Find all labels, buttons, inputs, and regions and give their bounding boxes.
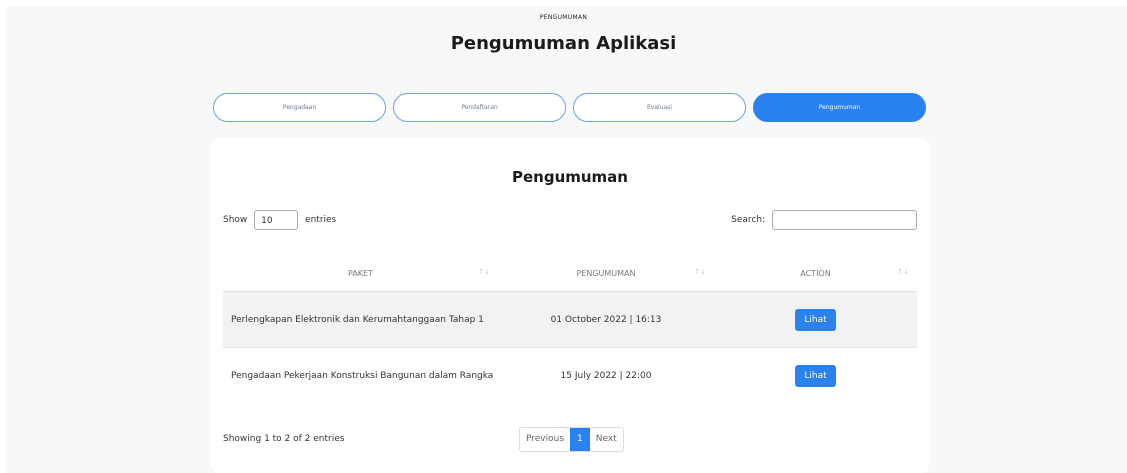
pengumuman-date-cell: 01 October 2022 | 16:13 xyxy=(498,291,714,348)
entries-select[interactable]: 10 xyxy=(254,209,299,230)
table-header-row: PAKET ↑↓ PENGUMUMAN ↑↓ ACTION ↑↓ xyxy=(223,256,917,292)
tab-bar: Pengadaan Pendaftaran Evaluasi Pengumuma… xyxy=(213,93,927,122)
entries-label: entries xyxy=(305,215,337,225)
action-cell: Lihat xyxy=(714,291,917,348)
lihat-button[interactable]: Lihat xyxy=(795,364,836,387)
entries-length-control: Show 10 entries xyxy=(223,209,336,231)
column-header-action[interactable]: ACTION ↑↓ xyxy=(714,256,917,292)
sort-arrows-icon: ↑↓ xyxy=(694,268,706,276)
column-header-paket[interactable]: PAKET ↑↓ xyxy=(223,256,498,292)
lihat-button[interactable]: Lihat xyxy=(795,308,836,331)
sort-arrows-icon: ↑↓ xyxy=(478,268,490,276)
announcement-table: PAKET ↑↓ PENGUMUMAN ↑↓ ACTION ↑↓ Perleng… xyxy=(223,256,917,403)
action-cell: Lihat xyxy=(714,347,917,403)
announcement-card: Pengumuman Show 10 entries Search: PAKET… xyxy=(211,138,929,473)
search-control: Search: xyxy=(731,209,917,231)
paket-cell: Pengadaan Pekerjaan Konstruksi Bangunan … xyxy=(223,347,498,403)
column-header-pengumuman[interactable]: PENGUMUMAN ↑↓ xyxy=(498,256,714,292)
search-label: Search: xyxy=(731,215,766,225)
table-info: Showing 1 to 2 of 2 entries xyxy=(223,434,345,444)
tab-pengumuman[interactable]: Pengumuman xyxy=(753,93,926,122)
show-label: Show xyxy=(223,215,248,225)
pengumuman-date-cell: 15 July 2022 | 22:00 xyxy=(498,347,714,403)
page-1-button[interactable]: 1 xyxy=(570,428,590,451)
search-input[interactable] xyxy=(772,209,917,230)
page-title: Pengumuman Aplikasi xyxy=(450,33,677,54)
column-header-action-label: ACTION xyxy=(800,269,831,278)
table-row: Pengadaan Pekerjaan Konstruksi Bangunan … xyxy=(223,347,917,403)
previous-page-button[interactable]: Previous xyxy=(520,428,570,451)
paket-cell: Perlengkapan Elektronik dan Kerumahtangg… xyxy=(223,291,498,348)
column-header-paket-label: PAKET xyxy=(348,269,373,278)
next-page-button[interactable]: Next xyxy=(590,428,623,451)
tab-pengadaan[interactable]: Pengadaan xyxy=(213,93,386,122)
table-row: Perlengkapan Elektronik dan Kerumahtangg… xyxy=(223,291,917,348)
tab-pendaftaran[interactable]: Pendaftaran xyxy=(393,93,566,122)
sort-arrows-icon: ↑↓ xyxy=(897,268,909,276)
card-title: Pengumuman xyxy=(511,168,628,186)
page-kicker: PENGUMUMAN xyxy=(539,14,588,21)
tab-evaluasi[interactable]: Evaluasi xyxy=(573,93,746,122)
column-header-pengumuman-label: PENGUMUMAN xyxy=(576,269,636,278)
pagination: Previous 1 Next xyxy=(519,427,624,452)
